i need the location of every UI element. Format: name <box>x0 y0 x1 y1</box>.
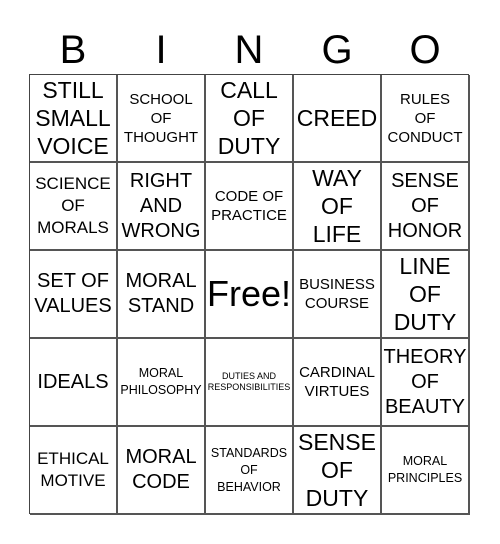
bingo-cell-text: BUSINESS COURSE <box>299 276 375 312</box>
bingo-cell[interactable]: CARDINAL VIRTUES <box>294 339 382 427</box>
bingo-cell-text: MORAL PHILOSOPHY <box>120 366 202 397</box>
bingo-cell[interactable]: MORAL STAND <box>118 251 206 339</box>
bingo-cell[interactable]: STANDARDS OF BEHAVIOR <box>206 427 294 515</box>
bingo-cell[interactable]: RULES OF CONDUCT <box>382 75 470 163</box>
bingo-cell-text: RULES OF CONDUCT <box>387 90 463 146</box>
bingo-cell-text: IDEALS <box>37 370 109 393</box>
bingo-cell-free[interactable]: Free! <box>206 251 294 339</box>
bingo-cell[interactable]: LINE OF DUTY <box>382 251 470 339</box>
bingo-cell[interactable]: CALL OF DUTY <box>206 75 294 163</box>
bingo-cell-text: MORAL PRINCIPLES <box>387 454 463 485</box>
bingo-cell-text: MORAL STAND <box>125 270 197 317</box>
bingo-cell[interactable]: WAY OF LIFE <box>294 163 382 251</box>
bingo-cell-text: CALL OF DUTY <box>217 77 281 159</box>
bingo-cell-text: STILL SMALL VOICE <box>35 77 111 159</box>
header-letter-n: N <box>234 28 264 72</box>
bingo-cell[interactable]: SCIENCE OF MORALS <box>30 163 118 251</box>
bingo-cell[interactable]: MORAL PRINCIPLES <box>382 427 470 515</box>
bingo-cell-text: SENSE OF HONOR <box>387 169 463 242</box>
bingo-cell[interactable]: RIGHT AND WRONG <box>118 163 206 251</box>
bingo-cell-text: SCIENCE OF MORALS <box>35 174 111 237</box>
bingo-cell-text: DUTIES AND RESPONSIBILITIES <box>207 371 291 392</box>
bingo-cell[interactable]: ETHICAL MOTIVE <box>30 427 118 515</box>
bingo-cell-text: SCHOOL OF THOUGHT <box>123 90 199 146</box>
bingo-cell[interactable]: CREED <box>294 75 382 163</box>
bingo-cell[interactable]: MORAL CODE <box>118 427 206 515</box>
bingo-cell[interactable]: DUTIES AND RESPONSIBILITIES <box>206 339 294 427</box>
bingo-cell-text: SENSE OF DUTY <box>298 429 376 511</box>
bingo-cell-text: ETHICAL MOTIVE <box>37 449 109 490</box>
bingo-cell[interactable]: SCHOOL OF THOUGHT <box>118 75 206 163</box>
header-letter-o: O <box>409 28 441 72</box>
bingo-cell[interactable]: THEORY OF BEAUTY <box>382 339 470 427</box>
bingo-cell[interactable]: SENSE OF HONOR <box>382 163 470 251</box>
bingo-cell-text: WAY OF LIFE <box>312 165 362 247</box>
bingo-cell-text: LINE OF DUTY <box>393 253 457 335</box>
bingo-cell[interactable]: SENSE OF DUTY <box>294 427 382 515</box>
bingo-cell-text: CARDINAL VIRTUES <box>299 364 375 400</box>
bingo-cell-text: RIGHT AND WRONG <box>121 169 201 242</box>
bingo-header: B I N G O <box>29 28 469 72</box>
bingo-cell-text: Free! <box>206 273 292 314</box>
bingo-cell[interactable]: SET OF VALUES <box>30 251 118 339</box>
bingo-cell[interactable]: IDEALS <box>30 339 118 427</box>
bingo-cell-text: STANDARDS OF BEHAVIOR <box>210 445 288 494</box>
bingo-cell-text: SET OF VALUES <box>34 270 112 317</box>
bingo-cell-text: THEORY OF BEAUTY <box>383 345 467 418</box>
header-letter-i: I <box>155 28 167 72</box>
bingo-cell-text: CREED <box>296 105 378 131</box>
bingo-cell-text: MORAL CODE <box>125 446 197 493</box>
bingo-grid: STILL SMALL VOICE SCHOOL OF THOUGHT CALL O… <box>29 74 470 515</box>
bingo-cell[interactable]: BUSINESS COURSE <box>294 251 382 339</box>
bingo-cell[interactable]: STILL SMALL VOICE <box>30 75 118 163</box>
header-letter-g: G <box>321 28 353 72</box>
header-letter-b: B <box>59 28 87 72</box>
bingo-cell-text: CODE OF PRACTICE <box>211 188 287 224</box>
bingo-cell[interactable]: MORAL PHILOSOPHY <box>118 339 206 427</box>
bingo-cell[interactable]: CODE OF PRACTICE <box>206 163 294 251</box>
